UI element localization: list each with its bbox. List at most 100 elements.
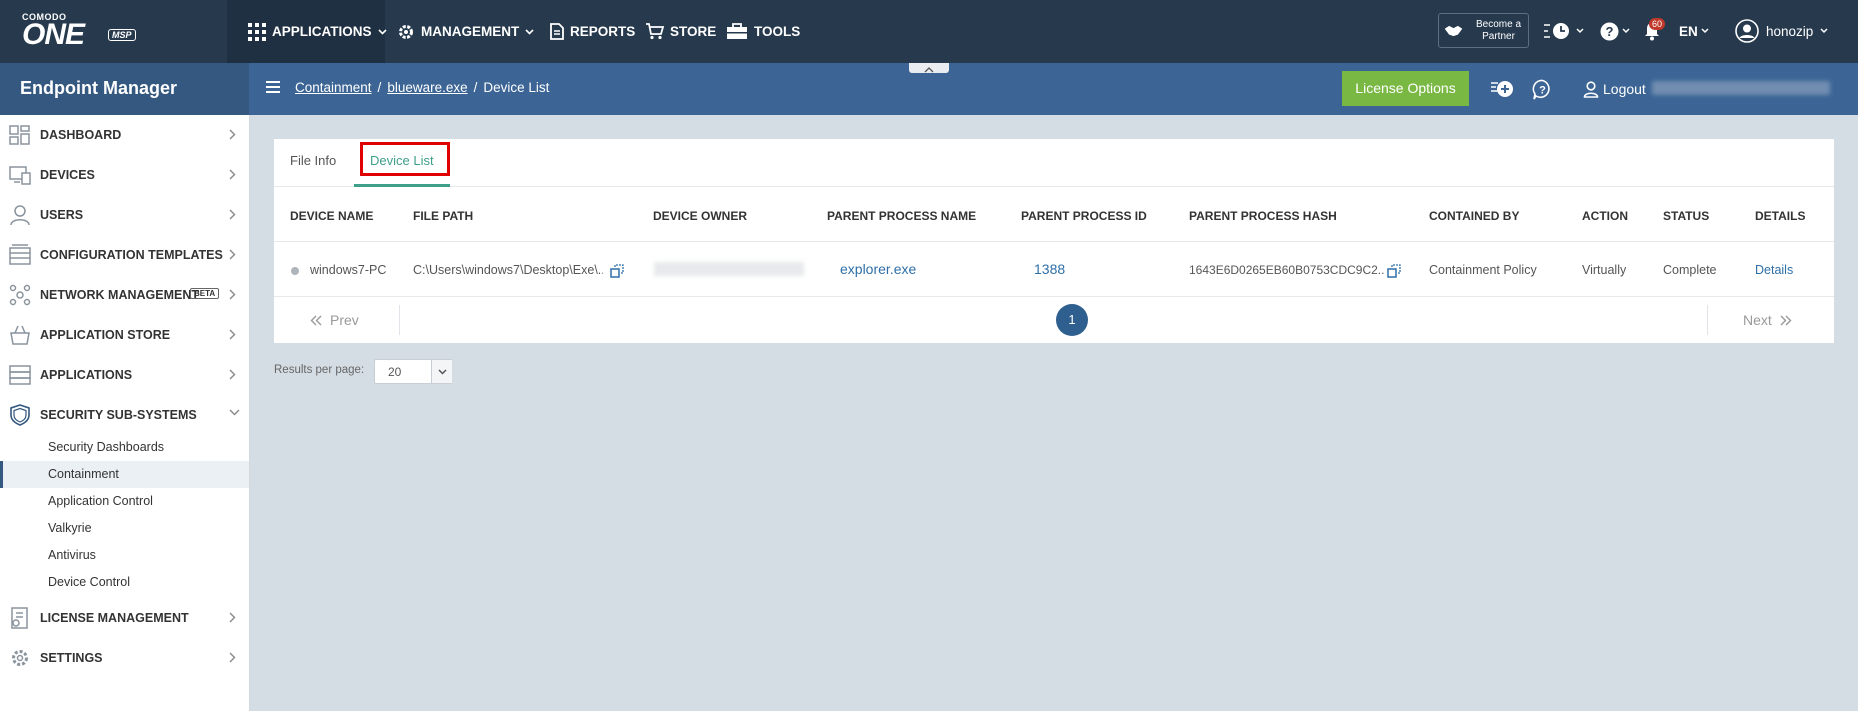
details-link[interactable]: Details [1755,263,1793,277]
help-bubble-icon: ? [1532,79,1550,99]
sidebar-item-devices[interactable]: DEVICES [0,155,249,195]
chevron-down-icon [1622,28,1630,34]
device-list-panel: File Info Device List DEVICE NAME FILE P… [274,139,1834,343]
pager-divider [1707,305,1708,335]
column-header[interactable]: FILE PATH [413,209,473,223]
parent-process-id-link[interactable]: 1388 [1034,261,1065,277]
sidebar-item-application-store[interactable]: APPLICATION STORE [0,315,249,355]
document-icon [550,23,564,40]
breadcrumb-containment[interactable]: Containment [295,80,372,95]
nav-reports-label: REPORTS [570,24,636,39]
contained-by-cell: Containment Policy [1429,263,1537,277]
nav-applications[interactable]: APPLICATIONS [248,0,387,63]
tab-bar: File Info Device List [274,139,1834,187]
become-partner-button[interactable]: Become a Partner [1438,13,1529,48]
copy-icon[interactable] [1387,264,1401,278]
user-menu[interactable]: honozip [1735,18,1828,44]
gear-icon [399,24,413,39]
column-header[interactable]: PARENT PROCESS NAME [827,209,976,223]
language-selector[interactable]: EN [1679,18,1709,44]
notification-count-badge: 60 [1649,18,1666,30]
column-header[interactable]: STATUS [1663,209,1709,223]
handshake-icon [1444,25,1463,36]
double-chevron-right-icon [1780,315,1792,325]
gear-icon [12,650,28,666]
nav-management[interactable]: MANAGEMENT [397,0,534,63]
sidebar-item-network-management[interactable]: NETWORK MANAGEMENT BETA [0,275,249,315]
logout-button[interactable]: Logout [1583,78,1646,100]
next-page-button[interactable]: Next [1743,312,1792,328]
sidebar-item-label: CONFIGURATION TEMPLATES [40,248,223,262]
table-row: windows7-PC C:\Users\windows7\Desktop\Ex… [274,242,1834,297]
column-header[interactable]: DETAILS [1755,209,1805,223]
column-header[interactable]: CONTAINED BY [1429,209,1519,223]
results-per-page-select[interactable]: 20 [374,359,452,384]
chevron-down-icon [229,409,240,416]
sidebar-item-configuration-templates[interactable]: CONFIGURATION TEMPLATES [0,235,249,275]
status-cell: Complete [1663,263,1717,277]
support-button[interactable]: ? [1532,78,1553,100]
sidebar-item-label: DEVICES [40,168,95,182]
sidebar-item-users[interactable]: USERS [0,195,249,235]
device-status-dot [291,267,299,275]
column-header[interactable]: PARENT PROCESS ID [1021,209,1147,223]
username-label: honozip [1766,23,1814,39]
column-header[interactable]: PARENT PROCESS HASH [1189,209,1337,223]
chevron-down-icon [1701,28,1709,34]
sidebar-subitem-application-control[interactable]: Application Control [0,488,249,515]
sidebar-subitem-antivirus[interactable]: Antivirus [0,542,249,569]
breadcrumb-separator: / [377,80,382,95]
device-owner-redacted [654,262,804,276]
collapse-header-toggle[interactable] [909,63,949,73]
breadcrumb-separator: / [473,80,478,95]
sidebar-item-dashboard[interactable]: DASHBOARD [0,115,249,155]
menu-toggle-icon[interactable] [266,81,280,93]
chevron-right-icon [229,612,236,623]
action-cell: Virtually [1582,263,1627,277]
chevron-right-icon [229,169,236,180]
tab-file-info[interactable]: File Info [290,153,336,168]
copy-icon[interactable] [610,264,624,278]
sidebar-item-settings[interactable]: SETTINGS [0,638,249,678]
chevron-right-icon [229,369,236,380]
comodo-one-logo[interactable]: COMODO ONE MSP [22,12,152,50]
sidebar: DASHBOARD DEVICES USERS CONFIGURATION TE… [0,115,250,711]
sidebar-item-applications[interactable]: APPLICATIONS [0,355,249,395]
sidebar-subitem-valkyrie[interactable]: Valkyrie [0,515,249,542]
column-header[interactable]: DEVICE NAME [290,209,373,223]
dropdown-toggle[interactable] [431,360,452,383]
sidebar-subitem-device-control[interactable]: Device Control [0,569,249,596]
prev-label: Prev [330,312,359,328]
top-navbar: COMODO ONE MSP APPLICATIONS MANAGEMENT R… [0,0,1858,63]
page-number-button[interactable]: 1 [1056,304,1088,336]
column-header[interactable]: DEVICE OWNER [653,209,747,223]
sidebar-item-label: USERS [40,208,84,222]
sidebar-item-label: APPLICATION STORE [40,328,171,342]
sidebar-item-license-management[interactable]: LICENSE MANAGEMENT [0,598,249,638]
chevron-down-icon [1820,28,1828,34]
breadcrumb-file[interactable]: blueware.exe [387,80,467,95]
sidebar-subitem-security-dashboards[interactable]: Security Dashboards [0,434,249,461]
nav-tools[interactable]: TOOLS [726,0,800,63]
sidebar-subitem-containment[interactable]: Containment [0,461,249,488]
license-icon [11,607,28,629]
nav-store[interactable]: STORE [645,0,716,63]
help-menu-button[interactable]: ? [1600,18,1630,44]
column-header[interactable]: ACTION [1582,209,1628,223]
nav-reports[interactable]: REPORTS [550,0,635,63]
chevron-right-icon [229,249,236,260]
apps-icon [9,365,31,385]
chevron-right-icon [229,289,236,300]
results-per-page-value: 20 [388,365,402,379]
add-device-button[interactable] [1490,78,1514,100]
user-icon [10,205,30,226]
templates-icon [9,244,31,265]
sidebar-item-security-sub-systems[interactable]: SECURITY SUB-SYSTEMS [0,395,249,435]
prev-page-button[interactable]: Prev [310,312,359,328]
highlight-annotation-box [360,142,450,176]
logout-label: Logout [1603,81,1646,97]
parent-process-name-link[interactable]: explorer.exe [840,261,916,277]
recent-activity-button[interactable] [1543,18,1584,44]
license-options-button[interactable]: License Options [1342,71,1469,106]
chevron-down-icon [438,369,447,375]
